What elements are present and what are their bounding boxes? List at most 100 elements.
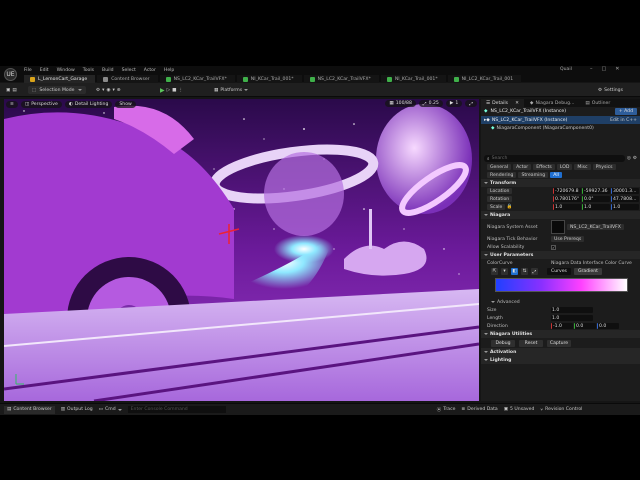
rotation-y[interactable]: 0.0° <box>582 196 610 202</box>
scale-snap-button[interactable]: ⤢ 0.25 <box>418 100 443 107</box>
browse-icon[interactable]: ▤ <box>12 88 16 93</box>
settings-button[interactable]: ⚙ Settings <box>598 86 623 94</box>
step-icon[interactable]: ▷ <box>167 88 171 93</box>
advanced-row[interactable]: Advanced <box>481 298 640 306</box>
length-input[interactable]: 1.0 <box>551 315 593 321</box>
gradient-tab[interactable]: Gradient <box>573 268 602 275</box>
system-asset-picker[interactable]: NS_LC2_KCar_TrailVFX <box>567 224 624 230</box>
cmd-dropdown[interactable]: ▭ Cmd <box>99 407 122 412</box>
tab-level[interactable]: L_LemonCart_Garage <box>24 75 96 83</box>
viewport-scene[interactable] <box>4 99 479 401</box>
curve-options-icon[interactable]: ▾ <box>501 268 508 275</box>
debug-button[interactable]: Debug <box>491 339 515 347</box>
mode-selector[interactable]: ⬚ Selection Mode <box>28 86 86 94</box>
stop-icon[interactable]: ■ <box>172 88 176 93</box>
category-general[interactable]: General <box>487 164 512 170</box>
category-physics[interactable]: Physics <box>592 164 616 170</box>
flatten-icon[interactable]: ⇅ <box>521 268 528 275</box>
location-dropdown[interactable]: Location <box>487 188 513 194</box>
menu-edit[interactable]: Edit <box>40 68 49 73</box>
trace-button[interactable]: ⦿ Trace <box>437 407 456 413</box>
gradient-bar[interactable] <box>495 278 628 292</box>
location-z[interactable]: 30001.3... <box>611 188 639 194</box>
curve-tool-icon[interactable]: ⇱ <box>491 268 498 275</box>
lock-icon[interactable]: 🔒 <box>507 205 513 210</box>
tab-niagara-system[interactable]: NS_LC2_KCar_TrailVFX* <box>303 75 379 83</box>
platforms-button[interactable]: ▦ Platforms <box>214 86 249 94</box>
chevron-down-icon[interactable]: ▾ <box>112 88 114 93</box>
perspective-button[interactable]: ◫ Perspective <box>20 100 62 108</box>
tab-outliner[interactable]: ▤ Outliner <box>580 99 615 107</box>
gradient-editor[interactable] <box>481 276 640 298</box>
maximize-icon[interactable]: □ <box>602 66 607 72</box>
scale-x[interactable]: 1.0 <box>553 204 581 210</box>
menu-tools[interactable]: Tools <box>83 68 94 73</box>
tick-behavior-dropdown[interactable]: Use Prereqs <box>551 236 585 242</box>
category-lod[interactable]: LOD <box>556 164 573 170</box>
camera-speed-button[interactable]: ▶ 1 <box>445 100 463 107</box>
category-all[interactable]: All <box>550 172 562 178</box>
lighting-button[interactable]: ◐ Detail Lighting <box>64 100 113 108</box>
derived-data-button[interactable]: ≣ Derived Data <box>461 407 497 412</box>
niagara-utilities-section[interactable]: Niagara Utilities <box>481 330 640 338</box>
edit-in-cpp-link[interactable]: Edit in C++ <box>610 118 637 123</box>
cinematics-icon[interactable]: ◉ <box>106 88 110 93</box>
unsaved-button[interactable]: ▣ 5 Unsaved <box>504 407 535 412</box>
menu-actor[interactable]: Actor <box>144 68 156 73</box>
search-box[interactable]: ⌕ Search <box>484 155 625 162</box>
component-row-root[interactable]: ▸◆ NS_LC2_KCar_TrailVFX (Instance) Edit … <box>481 116 640 124</box>
niagara-section[interactable]: Niagara <box>481 211 640 219</box>
transform-section[interactable]: Transform <box>481 179 640 187</box>
tab-niagara-emitter[interactable]: NI_KCar_Trail_001* <box>380 75 446 83</box>
category-actor[interactable]: Actor <box>513 164 532 170</box>
scale-dropdown[interactable]: Scale <box>487 204 506 210</box>
component-row[interactable]: ◆ NiagaraComponent (NiagaraComponent0) <box>481 124 640 132</box>
location-y[interactable]: -59927.36 <box>582 188 610 194</box>
visibility-icon[interactable]: ◎ <box>627 156 631 161</box>
console-input[interactable]: Enter Console Command <box>127 406 226 413</box>
curves-tab[interactable]: Curves <box>547 268 571 275</box>
show-button[interactable]: Show <box>115 100 136 108</box>
rotation-dropdown[interactable]: Rotation <box>487 196 513 202</box>
more-icon[interactable]: ⋮ <box>179 88 184 93</box>
maximize-viewport-button[interactable]: ⤢ <box>465 100 477 107</box>
menu-file[interactable]: File <box>24 68 32 73</box>
revision-control-button[interactable]: ⑂ Revision Control <box>540 407 582 413</box>
chevron-down-icon[interactable]: ▾ <box>102 88 104 93</box>
tab-niagara-debug[interactable]: ◆ Niagara Debug... <box>525 99 579 107</box>
add-component-button[interactable]: + Add <box>614 108 637 115</box>
scale-y[interactable]: 1.0 <box>582 204 610 210</box>
search-input[interactable]: Search <box>492 156 508 161</box>
save-icon[interactable]: ▣ <box>6 88 10 93</box>
category-streaming[interactable]: Streaming <box>518 172 549 178</box>
scale-z[interactable]: 1.0 <box>611 204 639 210</box>
level-viewport[interactable]: ≡ ◫ Perspective ◐ Detail Lighting Show ▦ 10… <box>4 99 479 401</box>
category-misc[interactable]: Misc <box>574 164 591 170</box>
tab-details[interactable]: ☰ Details ✕ <box>481 99 524 107</box>
snap-button[interactable]: ▦ 100/88 <box>385 100 416 107</box>
blueprint-icon[interactable]: ⚙ <box>96 88 100 93</box>
close-icon[interactable]: ✕ <box>515 101 519 106</box>
rotation-x[interactable]: 0.780176° <box>553 196 581 202</box>
location-x[interactable]: -720679.8 <box>553 188 581 194</box>
activation-section[interactable]: Activation <box>481 348 640 356</box>
menu-help[interactable]: Help <box>164 68 174 73</box>
content-drawer-button[interactable]: ▤ Content Browser <box>4 405 55 414</box>
menu-window[interactable]: Window <box>57 68 75 73</box>
size-input[interactable]: 1.0 <box>551 307 593 313</box>
fit-icon[interactable]: ⤢ <box>531 268 538 275</box>
gear-icon[interactable]: ⚙ <box>633 156 637 161</box>
reset-button[interactable]: Reset <box>519 339 543 347</box>
menu-select[interactable]: Select <box>122 68 136 73</box>
menu-build[interactable]: Build <box>102 68 114 73</box>
category-rendering[interactable]: Rendering <box>487 172 517 178</box>
tab-niagara-emitter[interactable]: NI_LC2_KCar_Trail_001 <box>447 75 522 83</box>
scalability-checkbox[interactable]: ✓ <box>551 244 556 250</box>
asset-thumbnail[interactable] <box>551 220 565 234</box>
close-icon[interactable]: ✕ <box>615 66 619 72</box>
minimize-icon[interactable]: – <box>590 66 593 72</box>
tab-niagara-system[interactable]: NS_LC2_KCar_TrailVFX* <box>159 75 235 83</box>
user-parameters-section[interactable]: User Parameters <box>481 251 640 259</box>
output-log-button[interactable]: ▥ Output Log <box>61 407 93 412</box>
add-actor-icon[interactable]: ⊕ <box>117 88 121 93</box>
